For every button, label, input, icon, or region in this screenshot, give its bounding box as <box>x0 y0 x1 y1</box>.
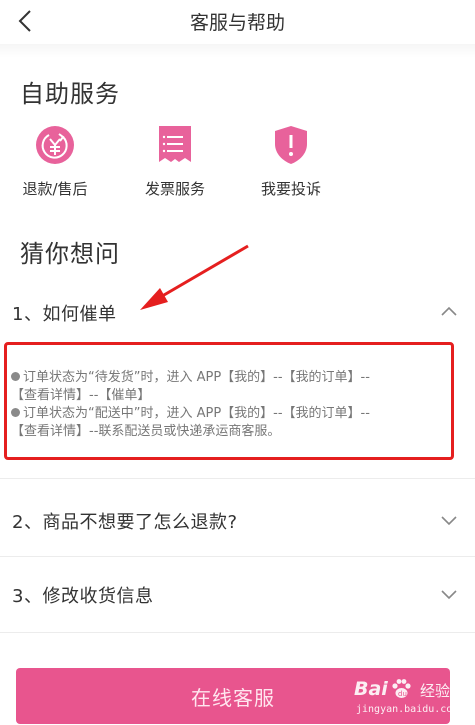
watermark-url: jingyan.baidu.com <box>356 704 459 715</box>
complaint-button[interactable]: 我要投诉 <box>246 124 336 199</box>
refund-after-sale-button[interactable]: 退款/售后 <box>10 124 100 199</box>
faq-item-2[interactable]: 2、商品不想要了怎么退款? <box>0 496 475 544</box>
answer-line: 订单状态为“配送中”时，进入 APP【我的】--【我的订单】-- <box>23 406 370 421</box>
faq-question-2: 2、商品不想要了怎么退款? <box>12 512 238 533</box>
watermark-cn: 经验 <box>420 682 451 700</box>
baidu-jingyan-watermark: Bai du 经验 jingyan.baidu.com <box>352 678 470 722</box>
answer-line: 【查看详情】--联系配送员或快递承运商客服。 <box>11 424 281 439</box>
chevron-up-icon <box>441 306 457 316</box>
invoice-receipt-icon <box>159 126 191 162</box>
faq-question-1: 1、如何催单 <box>12 304 117 325</box>
faq-question-3: 3、修改收货信息 <box>12 586 154 607</box>
watermark-du: du <box>398 690 407 698</box>
answer-line: 订单状态为“待发货”时，进入 APP【我的】--【我的订单】-- <box>23 370 370 385</box>
refund-yen-icon <box>36 126 74 164</box>
complaint-label: 我要投诉 <box>260 180 321 198</box>
guess-heading: 猜你想问 <box>20 240 120 268</box>
faq-item-3[interactable]: 3、修改收货信息 <box>0 572 475 620</box>
divider <box>0 478 475 479</box>
online-service-label: 在线客服 <box>191 685 275 710</box>
chevron-down-icon <box>441 590 457 600</box>
self-service-heading: 自助服务 <box>20 80 120 108</box>
watermark-logo: Bai <box>354 678 388 700</box>
bullet-dot-icon <box>11 408 20 417</box>
invoice-service-label: 发票服务 <box>144 180 205 198</box>
header-divider <box>0 44 475 58</box>
chevron-down-icon <box>441 516 457 526</box>
complaint-shield-icon <box>275 126 307 164</box>
refund-after-sale-label: 退款/售后 <box>22 180 88 198</box>
bullet-dot-icon <box>11 372 20 381</box>
top-nav-bar: 客服与帮助 <box>0 0 475 44</box>
faq-answer-1: 订单状态为“待发货”时，进入 APP【我的】--【我的订单】-- 【查看详情】-… <box>4 342 454 460</box>
page-title: 客服与帮助 <box>189 12 285 34</box>
divider <box>0 556 475 557</box>
red-annotation-arrow-icon <box>140 244 249 310</box>
invoice-service-button[interactable]: 发票服务 <box>130 124 220 199</box>
answer-line: 【查看详情】--【催单】 <box>11 388 151 403</box>
divider <box>0 632 475 633</box>
paw-icon: du <box>392 679 411 698</box>
